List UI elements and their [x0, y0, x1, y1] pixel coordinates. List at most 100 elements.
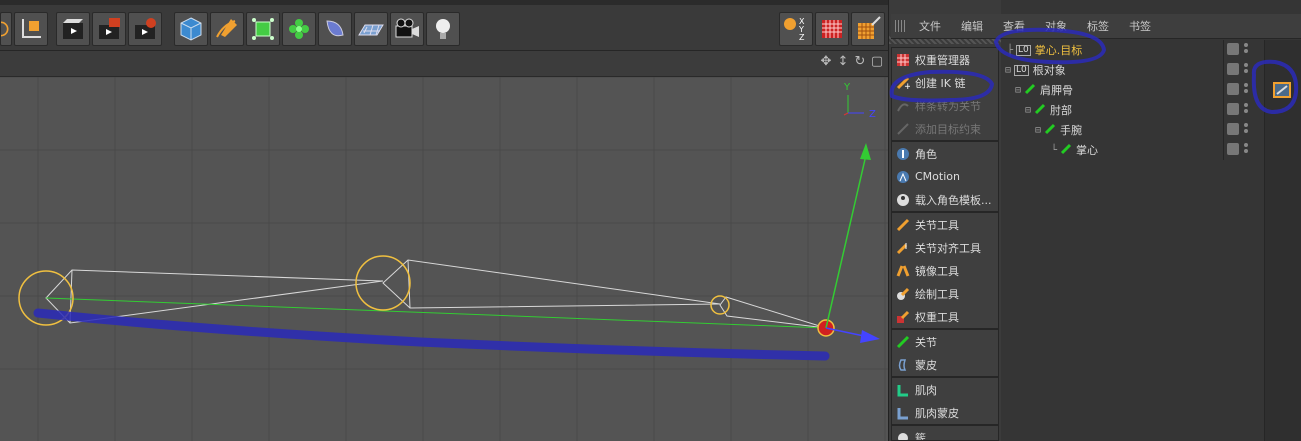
palette-item-draw-tool[interactable]: 绘制工具: [892, 282, 998, 305]
collapse-toggle[interactable]: ⊟: [1005, 65, 1011, 76]
palette-item-cluster[interactable]: 簇: [892, 426, 998, 441]
skin-icon: [896, 358, 910, 372]
palette-label: 样条转为关节: [915, 99, 981, 113]
collapse-toggle[interactable]: ⊟: [1015, 85, 1021, 96]
toolbar-group-objects: [174, 12, 460, 48]
view-axis-y-label: Y: [843, 82, 851, 93]
palette-item-skin[interactable]: 蒙皮: [892, 353, 998, 376]
menu-tags[interactable]: 标签: [1077, 18, 1119, 34]
visibility-toggle[interactable]: [1227, 63, 1239, 75]
palette-item-cmotion[interactable]: CMotion: [892, 165, 998, 188]
render-dots[interactable]: [1244, 123, 1249, 135]
render-dots[interactable]: [1244, 83, 1249, 95]
render-dots[interactable]: [1244, 103, 1249, 115]
rotate-view-icon[interactable]: ↻: [853, 55, 867, 69]
palette-label: 权重工具: [915, 310, 959, 324]
palette-item-weight-manager[interactable]: 权重管理器: [892, 48, 998, 71]
gizmo-y-arrow[interactable]: [860, 143, 871, 160]
menu-view[interactable]: 查看: [993, 18, 1035, 34]
floor-environment-icon[interactable]: [354, 12, 388, 46]
camera-icon[interactable]: [390, 12, 424, 46]
menu-file[interactable]: 文件: [909, 18, 951, 34]
palette-group-character: 角色 CMotion 载入角色模板...: [891, 141, 999, 212]
menu-edit[interactable]: 编辑: [951, 18, 993, 34]
menu-objects[interactable]: 对象: [1035, 18, 1077, 34]
palette-item-muscle-skin[interactable]: 肌肉蒙皮: [892, 401, 998, 424]
object-name: 肘部: [1050, 104, 1073, 117]
palette-label: 关节工具: [915, 218, 959, 232]
object-manager-menubar: 文件 编辑 查看 对象 标签 书签: [891, 14, 1301, 39]
palette-item-mirror-tool[interactable]: 镜像工具: [892, 259, 998, 282]
palette-label: 添加目标约束: [915, 122, 981, 136]
palette-label: 角色: [915, 147, 937, 161]
visibility-toggle[interactable]: [1227, 123, 1239, 135]
menu-bookmarks[interactable]: 书签: [1119, 18, 1161, 34]
palette-item-joint[interactable]: 关节: [892, 330, 998, 353]
coordinate-system-icon[interactable]: [14, 12, 48, 46]
palette-group-cluster: 簇: [891, 425, 999, 441]
cloner-mograph-icon[interactable]: [282, 12, 316, 46]
axis-lock-icon[interactable]: X Y Z: [779, 12, 813, 46]
collapse-toggle[interactable]: ⊟: [1025, 105, 1031, 116]
object-row-shoulder[interactable]: ⊟ 肩胛骨: [1001, 80, 1301, 100]
palette-label: 簇: [915, 431, 926, 441]
render-settings-icon[interactable]: [128, 12, 162, 46]
paint-brush-icon[interactable]: [851, 12, 885, 46]
viewport-header: ✥ ↕ ↻ ▢: [0, 51, 888, 77]
object-name: 肩胛骨: [1040, 84, 1074, 97]
render-dots[interactable]: [1244, 43, 1249, 55]
palette-item-weight-tool[interactable]: 权重工具: [892, 305, 998, 328]
joint-icon: [896, 335, 910, 349]
toggle-view-icon[interactable]: ▢: [870, 55, 884, 69]
editor-viewport[interactable]: Y Z: [0, 77, 888, 441]
render-dots[interactable]: [1244, 143, 1249, 155]
object-name: 手腕: [1060, 124, 1083, 137]
palette-group-ik: 权重管理器 + 创建 IK 链 样条转为关节 添加目标约束: [891, 47, 999, 141]
texture-checker-icon[interactable]: [815, 12, 849, 46]
palette-label: 权重管理器: [915, 53, 970, 67]
joint-align-tool-icon: [896, 241, 910, 255]
spline-pen-icon[interactable]: [210, 12, 244, 46]
object-row-root[interactable]: ⊟ L0 根对象: [1001, 60, 1301, 80]
palette-label: 肌肉蒙皮: [915, 406, 959, 420]
palette-item-add-target-constraint[interactable]: 添加目标约束: [892, 117, 998, 140]
cube-primitive-icon[interactable]: [174, 12, 208, 46]
move-view-icon[interactable]: ✥: [819, 55, 833, 69]
rotate-tool-icon[interactable]: [0, 12, 12, 46]
render-to-picture-viewer-icon[interactable]: [92, 12, 126, 46]
toolbar-group-render: [56, 12, 162, 48]
visibility-toggle[interactable]: [1227, 43, 1239, 55]
object-row-wrist[interactable]: ⊟ 手腕: [1001, 120, 1301, 140]
palette-item-muscle[interactable]: 肌肉: [892, 378, 998, 401]
palette-item-load-character-template[interactable]: 载入角色模板...: [892, 188, 998, 211]
visibility-toggle[interactable]: [1227, 143, 1239, 155]
grip-icon[interactable]: [895, 20, 905, 32]
object-row-elbow[interactable]: ⊟ 肘部: [1001, 100, 1301, 120]
light-icon[interactable]: [426, 12, 460, 46]
palette-item-joint-align-tool[interactable]: 关节对齐工具: [892, 236, 998, 259]
view-axis-x-line: [843, 112, 849, 116]
axis-label-z: Z: [799, 33, 805, 42]
visibility-toggle[interactable]: [1227, 103, 1239, 115]
tree-connector: ├: [1007, 44, 1014, 56]
palette-item-spline-to-joints[interactable]: 样条转为关节: [892, 94, 998, 117]
gizmo-y-axis[interactable]: [825, 154, 867, 329]
palette-item-joint-tool[interactable]: 关节工具: [892, 213, 998, 236]
palette-label: 关节: [915, 335, 937, 349]
visibility-toggle[interactable]: [1227, 83, 1239, 95]
gizmo-z-arrow[interactable]: [860, 330, 880, 343]
collapse-toggle[interactable]: ⊟: [1035, 125, 1041, 136]
deformer-icon[interactable]: [318, 12, 352, 46]
zoom-view-icon[interactable]: ↕: [836, 55, 850, 69]
render-dots[interactable]: [1244, 63, 1249, 75]
palette-item-create-ik-chain[interactable]: + 创建 IK 链: [892, 71, 998, 94]
subdivision-generator-icon[interactable]: [246, 12, 280, 46]
render-view-icon[interactable]: [56, 12, 90, 46]
palette-item-character[interactable]: 角色: [892, 142, 998, 165]
object-row-palm-target[interactable]: ├ L0 掌心.目标: [1001, 40, 1301, 60]
object-row-palm[interactable]: └ 掌心: [1001, 140, 1301, 160]
object-name: 掌心.目标: [1034, 44, 1083, 57]
object-name: 掌心: [1076, 144, 1099, 157]
character-icon: [896, 147, 910, 161]
joint-icon: [1024, 83, 1036, 98]
